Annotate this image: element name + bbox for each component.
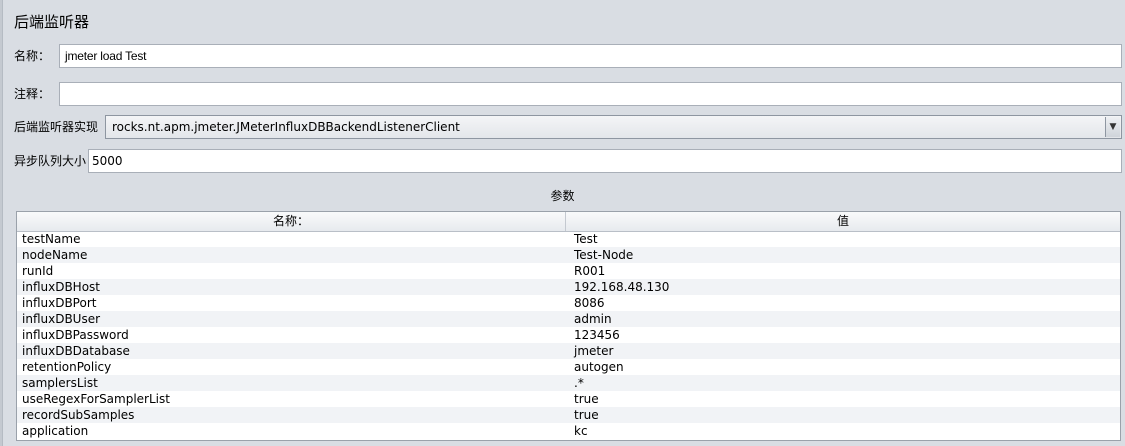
panel-title: 后端监听器 bbox=[14, 13, 90, 31]
param-name-cell[interactable]: influxDBHost bbox=[22, 279, 100, 295]
queue-label: 异步队列大小 bbox=[14, 154, 87, 168]
param-name-cell[interactable]: influxDBDatabase bbox=[22, 343, 130, 359]
column-header-name[interactable]: 名称： bbox=[17, 212, 566, 231]
table-row[interactable]: retentionPolicy autogen bbox=[17, 359, 1120, 375]
param-name-cell[interactable]: runId bbox=[22, 263, 53, 279]
table-row[interactable]: testName Test bbox=[17, 231, 1120, 247]
impl-select-value: rocks.nt.apm.jmeter.JMeterInfluxDBBacken… bbox=[112, 120, 460, 134]
name-label: 名称： bbox=[14, 49, 51, 63]
impl-select[interactable]: rocks.nt.apm.jmeter.JMeterInfluxDBBacken… bbox=[105, 115, 1122, 139]
table-row[interactable]: influxDBHost 192.168.48.130 bbox=[17, 279, 1120, 295]
table-row[interactable]: recordSubSamples true bbox=[17, 407, 1120, 423]
param-value-cell[interactable]: true bbox=[574, 407, 599, 423]
param-value-cell[interactable]: 192.168.48.130 bbox=[574, 279, 669, 295]
param-name-cell[interactable]: nodeName bbox=[22, 247, 87, 263]
param-name-cell[interactable]: influxDBPassword bbox=[22, 327, 129, 343]
table-row[interactable]: application kc bbox=[17, 423, 1120, 439]
param-name-cell[interactable]: recordSubSamples bbox=[22, 407, 134, 423]
column-header-value[interactable]: 值 bbox=[566, 212, 1120, 231]
param-name-cell[interactable]: testName bbox=[22, 231, 80, 247]
param-value-cell[interactable]: true bbox=[574, 391, 599, 407]
params-table: 名称： 值 testName Test nodeName Test-Node runId… bbox=[16, 211, 1121, 441]
table-row[interactable]: useRegexForSamplerList true bbox=[17, 391, 1120, 407]
param-name-cell[interactable]: samplersList bbox=[22, 375, 98, 391]
table-row[interactable]: influxDBUser admin bbox=[17, 311, 1120, 327]
param-name-cell[interactable]: useRegexForSamplerList bbox=[22, 391, 170, 407]
param-value-cell[interactable]: .* bbox=[574, 375, 584, 391]
window-left-border bbox=[0, 0, 3, 446]
param-name-cell[interactable]: influxDBPort bbox=[22, 295, 96, 311]
table-row[interactable]: nodeName Test-Node bbox=[17, 247, 1120, 263]
comment-label: 注释： bbox=[14, 87, 51, 101]
param-name-cell[interactable]: application bbox=[22, 423, 88, 439]
table-row[interactable]: samplersList .* bbox=[17, 375, 1120, 391]
param-value-cell[interactable]: 8086 bbox=[574, 295, 605, 311]
param-name-cell[interactable]: influxDBUser bbox=[22, 311, 100, 327]
params-table-header: 名称： 值 bbox=[17, 212, 1120, 232]
chevron-down-icon[interactable]: ▼ bbox=[1105, 117, 1120, 137]
impl-label: 后端监听器实现 bbox=[14, 120, 99, 134]
table-row[interactable]: runId R001 bbox=[17, 263, 1120, 279]
params-section-title: 参数 bbox=[550, 189, 575, 203]
param-name-cell[interactable]: retentionPolicy bbox=[22, 359, 111, 375]
table-row[interactable]: influxDBPort 8086 bbox=[17, 295, 1120, 311]
queue-size-input[interactable]: 5000 bbox=[88, 149, 1122, 173]
comment-input[interactable] bbox=[59, 82, 1122, 106]
name-input[interactable]: jmeter load Test bbox=[59, 44, 1122, 68]
param-value-cell[interactable]: Test bbox=[574, 231, 598, 247]
param-value-cell[interactable]: Test-Node bbox=[574, 247, 633, 263]
param-value-cell[interactable]: kc bbox=[574, 423, 588, 439]
param-value-cell[interactable]: R001 bbox=[574, 263, 605, 279]
param-value-cell[interactable]: autogen bbox=[574, 359, 624, 375]
table-row[interactable]: influxDBPassword 123456 bbox=[17, 327, 1120, 343]
param-value-cell[interactable]: admin bbox=[574, 311, 612, 327]
table-row[interactable]: influxDBDatabase jmeter bbox=[17, 343, 1120, 359]
params-table-body: testName Test nodeName Test-Node runId R001 in… bbox=[17, 231, 1120, 439]
param-value-cell[interactable]: 123456 bbox=[574, 327, 620, 343]
param-value-cell[interactable]: jmeter bbox=[574, 343, 613, 359]
